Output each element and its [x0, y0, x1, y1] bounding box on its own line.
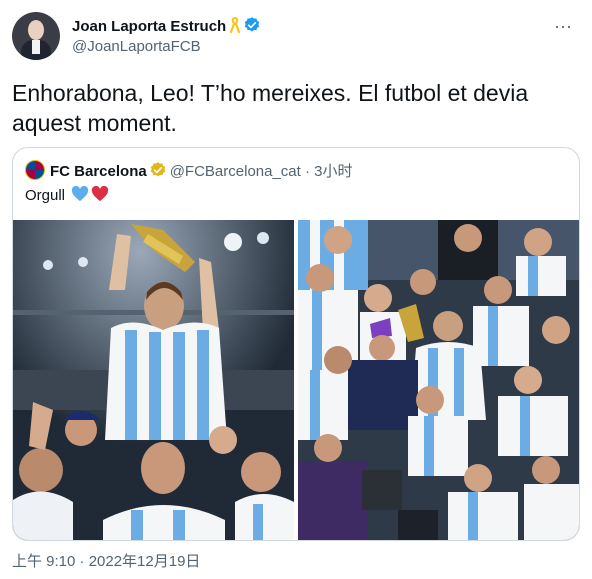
messi-holding-trophy-photo[interactable]	[13, 220, 294, 540]
quoted-display-name: FC Barcelona	[50, 163, 147, 180]
tweet-timestamp[interactable]: 上午 9:10 · 2022年12月19日	[12, 552, 200, 572]
verified-badge-icon	[244, 17, 260, 32]
quoted-time: 3小时	[314, 163, 353, 180]
quoted-text-body: Orgull	[25, 187, 66, 204]
photo-grid	[13, 220, 579, 540]
author-handle[interactable]: @JoanLaportaFCB	[72, 37, 261, 57]
more-options-icon[interactable]: ···	[552, 16, 574, 36]
separator: ·	[305, 163, 310, 180]
display-name[interactable]: Joan Laporta Estruch	[72, 18, 226, 35]
gold-verified-badge-icon	[150, 162, 165, 177]
author-names: Joan Laporta Estruch @JoanLaportaFCB	[72, 16, 261, 57]
red-heart-icon	[92, 186, 109, 202]
avatar[interactable]	[12, 12, 60, 60]
tweet-text: Enhorabona, Leo! T’ho mereixes. El futbo…	[12, 80, 529, 136]
team-celebration-photo[interactable]	[298, 220, 579, 540]
blue-heart-icon	[72, 186, 89, 202]
quoted-tweet[interactable]: FC Barcelona @FCBarcelona_cat · 3小时 Orgu…	[12, 147, 580, 541]
fcb-crest-avatar	[25, 160, 45, 180]
quoted-text: Orgull	[25, 186, 109, 206]
quoted-tweet-header: FC Barcelona @FCBarcelona_cat · 3小时	[25, 160, 353, 180]
tweet-header: Joan Laporta Estruch @JoanLaportaFCB ···	[12, 12, 580, 62]
yellow-ribbon-icon	[230, 17, 241, 33]
quoted-handle: @FCBarcelona_cat	[169, 163, 301, 180]
tweet: Joan Laporta Estruch @JoanLaportaFCB ···…	[0, 0, 592, 579]
